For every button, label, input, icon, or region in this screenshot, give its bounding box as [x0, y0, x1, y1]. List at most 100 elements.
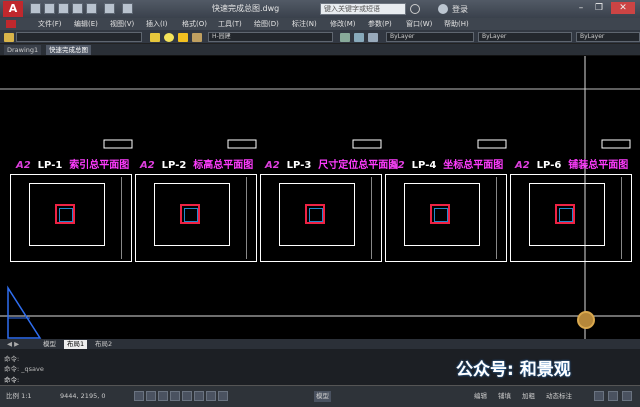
tab-layout1[interactable]: 布局1 [64, 340, 88, 349]
tab-layout2[interactable]: 布局2 [92, 340, 115, 349]
site-plan [180, 204, 200, 224]
new-file-icon[interactable] [30, 3, 41, 14]
undo-icon[interactable] [104, 3, 115, 14]
file-tab-active[interactable]: 快速完成总图 [46, 45, 91, 55]
layer-toolbar: H-园建 ByLayer ByLayer ByLayer [0, 30, 640, 44]
lock-icon[interactable] [608, 391, 618, 401]
title-block [371, 177, 379, 259]
layer-match-icon[interactable] [368, 33, 378, 42]
menu-dimension[interactable]: 标注(N) [292, 19, 317, 29]
make-current-icon[interactable] [340, 33, 350, 42]
plan-viewport [529, 183, 605, 246]
watermark-text: 公众号: 和景观 [456, 360, 571, 380]
status-model-toggle[interactable]: 模型 [314, 391, 331, 402]
otrack-icon[interactable] [194, 391, 204, 401]
lineweight-dropdown[interactable]: ByLayer [576, 32, 640, 42]
menu-tools[interactable]: 工具(T) [218, 19, 242, 29]
plan-viewport [279, 183, 355, 246]
help-search-input[interactable]: 键入关键字或短语 [320, 3, 406, 15]
restore-button[interactable]: ❐ [592, 2, 606, 14]
command-input[interactable]: 命令: [4, 374, 19, 384]
drawing-canvas[interactable]: A2 LP-1 索引总平面图 A2 LP-2 标高总平面图 A2 LP-3 尺寸… [0, 56, 640, 339]
sheet-frame-5[interactable] [510, 174, 632, 262]
sheet-label-2: A2 LP-2 标高总平面图 [140, 160, 254, 171]
command-history-line: 命令: [4, 355, 20, 363]
plan-viewport [404, 183, 480, 246]
menu-window[interactable]: 窗口(W) [406, 19, 432, 29]
search-icon[interactable] [410, 4, 420, 14]
site-plan [555, 204, 575, 224]
sheet-label-1: A2 LP-1 索引总平面图 [16, 160, 130, 171]
layer-properties-icon[interactable] [150, 33, 160, 42]
color-dropdown[interactable]: ByLayer [386, 32, 474, 42]
lock-icon[interactable] [192, 33, 202, 42]
title-bar: A 快速完成总图.dwg 键入关键字或短语 登录 – ❐ ✕ [0, 0, 640, 18]
title-block [246, 177, 254, 259]
menu-help[interactable]: 帮助(H) [444, 19, 469, 29]
status-fill-toggle[interactable]: 铺填 [496, 391, 513, 402]
autocad-logo-icon[interactable]: A [3, 1, 23, 17]
title-block [621, 177, 629, 259]
site-plan [55, 204, 75, 224]
cursor-crosshair-icon [577, 311, 595, 329]
workspace-gear-icon[interactable] [594, 391, 604, 401]
lineweight-icon[interactable] [218, 391, 228, 401]
menu-view[interactable]: 视图(V) [110, 19, 134, 29]
menu-parametric[interactable]: 参数(P) [368, 19, 392, 29]
annotation-scale[interactable]: 比例 1:1 [4, 391, 34, 402]
app-menu-icon[interactable] [6, 20, 16, 28]
tab-nav-arrows[interactable]: ◀ ▶ [4, 340, 22, 349]
sheet-label-4: A2 LP-4 坐标总平面图 [390, 160, 504, 171]
osnap-icon[interactable] [182, 391, 192, 401]
sheet-frame-2[interactable] [135, 174, 257, 262]
menu-bar: 文件(F) 编辑(E) 视图(V) 插入(I) 格式(O) 工具(T) 绘图(D… [0, 18, 640, 30]
site-plan [430, 204, 450, 224]
open-file-icon[interactable] [44, 3, 55, 14]
layout-tab-bar: ◀ ▶ 模型 布局1 布局2 [0, 339, 640, 349]
minimize-button[interactable]: – [574, 2, 588, 14]
menu-edit[interactable]: 编辑(E) [74, 19, 98, 29]
layer-previous-icon[interactable] [354, 33, 364, 42]
fullscreen-icon[interactable] [622, 391, 632, 401]
command-history-line: 命令: _qsave [4, 365, 44, 373]
status-dyn-toggle[interactable]: 动态标注 [544, 391, 574, 402]
site-plan [305, 204, 325, 224]
file-tab-drawing1[interactable]: Drawing1 [4, 45, 42, 55]
status-bold-toggle[interactable]: 加粗 [520, 391, 537, 402]
snap-icon[interactable] [134, 391, 144, 401]
save-as-icon[interactable] [72, 3, 83, 14]
workspace-dropdown[interactable] [16, 32, 142, 42]
coordinate-readout: 9444, 2195, 0 [60, 392, 106, 400]
menu-file[interactable]: 文件(F) [38, 19, 62, 29]
sheet-frame-4[interactable] [385, 174, 507, 262]
sheet-frame-3[interactable] [260, 174, 382, 262]
sheet-label-5: A2 LP-6 铺装总平面图 [515, 160, 629, 171]
menu-draw[interactable]: 绘图(D) [254, 19, 279, 29]
sheet-label-3: A2 LP-3 尺寸定位总平面图 [265, 160, 399, 171]
linetype-dropdown[interactable]: ByLayer [478, 32, 572, 42]
plan-viewport [29, 183, 105, 246]
status-edit-toggle[interactable]: 编辑 [472, 391, 489, 402]
menu-insert[interactable]: 插入(I) [146, 19, 168, 29]
tab-model[interactable]: 模型 [40, 340, 59, 349]
login-link[interactable]: 登录 [452, 4, 468, 15]
status-bar: 比例 1:1 9444, 2195, 0 模型 编辑 铺填 加粗 动态标注 [0, 385, 640, 407]
print-icon[interactable] [86, 3, 97, 14]
redo-icon[interactable] [122, 3, 133, 14]
menu-format[interactable]: 格式(O) [182, 19, 207, 29]
ducs-icon[interactable] [206, 391, 216, 401]
sheet-frame-1[interactable] [10, 174, 132, 262]
ortho-icon[interactable] [158, 391, 168, 401]
plan-viewport [154, 183, 230, 246]
polar-icon[interactable] [170, 391, 180, 401]
layer-on-icon[interactable] [164, 33, 174, 42]
close-button[interactable]: ✕ [611, 2, 635, 14]
menu-modify[interactable]: 修改(M) [330, 19, 356, 29]
grid-icon[interactable] [146, 391, 156, 401]
save-icon[interactable] [58, 3, 69, 14]
title-block [121, 177, 129, 259]
user-icon [438, 4, 448, 14]
layer-dropdown[interactable]: H-园建 [208, 32, 333, 42]
freeze-sun-icon[interactable] [178, 33, 188, 42]
workspace-icon[interactable] [4, 33, 14, 42]
